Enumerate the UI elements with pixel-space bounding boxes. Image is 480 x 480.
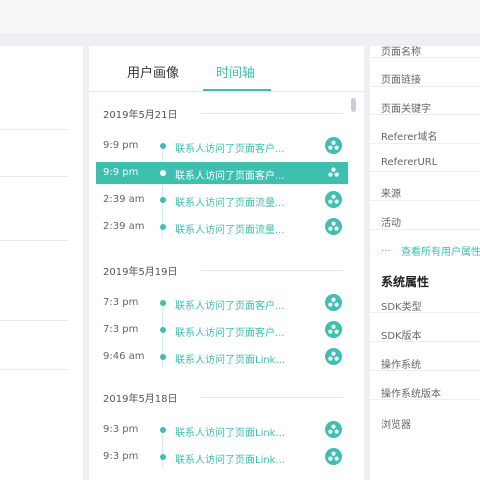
device-icon[interactable] bbox=[325, 421, 342, 438]
event-time: 9:46 am bbox=[103, 351, 145, 362]
event-description[interactable]: 联系人访问了页面Link... bbox=[175, 351, 285, 366]
attribute-divider bbox=[370, 229, 480, 230]
event-description[interactable]: 联系人访问了页面流量... bbox=[175, 194, 285, 209]
system-attribute-label: SDK版本 bbox=[381, 331, 422, 342]
system-attribute-label: SDK类型 bbox=[381, 302, 422, 313]
timeline-dot bbox=[160, 300, 166, 306]
timeline-event[interactable]: 2:39 am 联系人访问了页面流量... bbox=[96, 216, 348, 238]
date-divider bbox=[201, 397, 343, 398]
user-attribute-label: 页面关键字 bbox=[381, 104, 431, 115]
view-all-attributes-link[interactable]: 查看所有用户属性 bbox=[401, 243, 480, 258]
event-time: 7:3 pm bbox=[103, 324, 139, 335]
attributes-panel: 页面名称 页面链接 页面关键字 Referer域名 RefererURL 来源 活动... 查… bbox=[370, 46, 480, 480]
system-attribute-label: 浏览器 bbox=[381, 420, 411, 431]
event-description[interactable]: 联系人访问了页面客户... bbox=[175, 324, 285, 339]
attribute-divider bbox=[370, 114, 480, 115]
attribute-divider bbox=[370, 171, 480, 172]
event-description[interactable]: 联系人访问了页面客户... bbox=[175, 140, 285, 155]
timeline-date-header: 2019年5月19日 bbox=[103, 267, 178, 278]
device-icon[interactable] bbox=[325, 321, 342, 338]
event-description[interactable]: 联系人访问了页面Link... bbox=[175, 451, 285, 466]
device-icon[interactable] bbox=[325, 348, 342, 365]
event-description[interactable]: 联系人访问了页面客户... bbox=[175, 167, 285, 182]
active-tab-indicator bbox=[203, 89, 271, 91]
timeline-dot bbox=[160, 224, 166, 230]
event-description[interactable]: 联系人访问了页面流量... bbox=[175, 221, 285, 236]
attribute-divider bbox=[370, 341, 480, 342]
event-time: 9:3 pm bbox=[103, 424, 139, 435]
ellipsis-marker: ... bbox=[381, 243, 391, 254]
system-attribute-label: 操作系统版本 bbox=[381, 389, 441, 400]
event-time: 9:3 pm bbox=[103, 451, 139, 462]
user-attribute-label: 来源 bbox=[381, 189, 401, 200]
left-divider bbox=[0, 176, 68, 177]
timeline-event[interactable]: 9:9 pm 联系人访问了页面客户... bbox=[96, 162, 348, 184]
timeline-event[interactable]: 7:3 pm 联系人访问了页面客户... bbox=[96, 292, 348, 314]
left-divider bbox=[0, 369, 68, 370]
left-divider bbox=[0, 240, 68, 241]
date-divider bbox=[201, 270, 343, 271]
user-attribute-label: 活动 bbox=[381, 218, 401, 229]
attribute-divider bbox=[370, 143, 480, 144]
timeline-dot bbox=[160, 143, 166, 149]
user-attribute-label: Referer域名 bbox=[381, 132, 438, 143]
timeline-scrollbar[interactable] bbox=[351, 98, 356, 476]
left-divider bbox=[0, 129, 68, 130]
timeline-event[interactable]: 9:3 pm 联系人访问了页面Link... bbox=[96, 446, 348, 468]
device-icon[interactable] bbox=[325, 294, 342, 311]
device-icon[interactable] bbox=[325, 191, 342, 208]
timeline-dot bbox=[160, 354, 166, 360]
timeline-event[interactable]: 9:9 pm 联系人访问了页面客户... bbox=[96, 135, 348, 157]
tab-user-profile[interactable]: 用户画像 bbox=[127, 62, 179, 90]
timeline-list: 2019年5月21日 9:9 pm 联系人访问了页面客户... 9:9 pm 联系人访问… bbox=[89, 92, 351, 480]
timeline-date-header: 2019年5月18日 bbox=[103, 394, 178, 405]
device-icon[interactable] bbox=[325, 164, 342, 181]
attribute-divider bbox=[370, 86, 480, 87]
timeline-event[interactable]: 9:46 am 联系人访问了页面Link... bbox=[96, 346, 348, 368]
system-attributes-title: 系统属性 bbox=[381, 275, 430, 289]
event-time: 2:39 am bbox=[103, 194, 145, 205]
date-divider bbox=[201, 113, 343, 114]
attribute-divider bbox=[370, 57, 480, 58]
event-description[interactable]: 联系人访问了页面客户... bbox=[175, 297, 285, 312]
left-panel bbox=[0, 46, 83, 480]
event-time: 9:9 pm bbox=[103, 140, 139, 151]
user-attribute-label: RefererURL bbox=[381, 157, 438, 168]
attribute-divider bbox=[370, 399, 480, 400]
timeline-dot bbox=[160, 197, 166, 203]
tab-bar: 用户画像 时间轴 bbox=[89, 46, 364, 92]
left-divider bbox=[0, 320, 68, 321]
attribute-divider bbox=[370, 370, 480, 371]
timeline-dot bbox=[160, 454, 166, 460]
scroll-thumb[interactable] bbox=[351, 98, 356, 112]
event-time: 2:39 am bbox=[103, 221, 145, 232]
device-icon[interactable] bbox=[325, 137, 342, 154]
user-attribute-label: 页面链接 bbox=[381, 75, 421, 86]
timeline-event[interactable]: 9:3 pm 联系人访问了页面Link... bbox=[96, 419, 348, 441]
timeline-dot bbox=[160, 327, 166, 333]
attribute-divider bbox=[370, 312, 480, 313]
device-icon[interactable] bbox=[325, 448, 342, 465]
timeline-event[interactable]: 2:39 am 联系人访问了页面流量... bbox=[96, 189, 348, 211]
timeline-dot bbox=[160, 427, 166, 433]
event-time: 9:9 pm bbox=[103, 167, 139, 178]
system-attribute-label: 操作系统 bbox=[381, 360, 421, 371]
timeline-event[interactable]: 7:3 pm 联系人访问了页面客户... bbox=[96, 319, 348, 341]
tab-timeline[interactable]: 时间轴 bbox=[216, 62, 255, 90]
event-description[interactable]: 联系人访问了页面Link... bbox=[175, 424, 285, 439]
timeline-dot bbox=[160, 170, 166, 176]
device-icon[interactable] bbox=[325, 218, 342, 235]
top-bar bbox=[0, 0, 480, 35]
timeline-panel: 用户画像 时间轴 2019年5月21日 9:9 pm 联系人访问了页面客户... 9:… bbox=[89, 46, 364, 480]
attribute-divider bbox=[370, 200, 480, 201]
event-time: 7:3 pm bbox=[103, 297, 139, 308]
timeline-date-header: 2019年5月21日 bbox=[103, 110, 178, 121]
